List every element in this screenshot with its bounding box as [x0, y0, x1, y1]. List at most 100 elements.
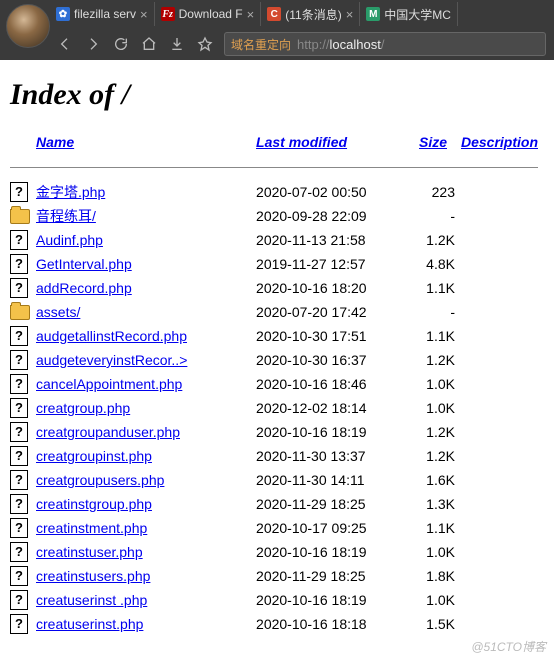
tab-label: Download F: [179, 7, 243, 21]
modified-cell: 2020-10-16 18:18: [256, 612, 419, 636]
file-link[interactable]: assets/: [36, 304, 80, 320]
file-link[interactable]: creatgroupanduser.php: [36, 424, 180, 440]
url-text: http://localhost/: [297, 37, 384, 52]
description-cell: [461, 420, 544, 444]
browser-tab[interactable]: Fz Download F ×: [155, 2, 262, 26]
browser-tab[interactable]: C (11条消息) ×: [261, 2, 360, 26]
unknown-file-icon: [10, 614, 28, 634]
modified-cell: 2020-09-28 22:09: [256, 204, 419, 228]
reload-icon[interactable]: [112, 35, 130, 53]
address-bar[interactable]: 域名重定向 http://localhost/: [224, 32, 546, 56]
download-icon[interactable]: [168, 35, 186, 53]
directory-listing: Name Last modified Size Description 金字塔.…: [10, 130, 544, 636]
size-cell: 1.1K: [419, 324, 461, 348]
unknown-file-icon: [10, 230, 28, 250]
file-link[interactable]: Audinf.php: [36, 232, 103, 248]
folder-icon: [10, 209, 30, 224]
table-row: creatgroupinst.php 2020-11-30 13:371.2K: [10, 444, 544, 468]
table-row: Audinf.php2020-11-13 21:581.2K: [10, 228, 544, 252]
description-cell: [461, 204, 544, 228]
home-icon[interactable]: [140, 35, 158, 53]
description-cell: [461, 516, 544, 540]
description-cell: [461, 324, 544, 348]
file-link[interactable]: creatgroupusers.php: [36, 472, 164, 488]
modified-cell: 2020-10-16 18:19: [256, 540, 419, 564]
modified-cell: 2020-11-29 18:25: [256, 564, 419, 588]
browser-tab[interactable]: ✿ filezilla serv ×: [50, 2, 155, 26]
file-link[interactable]: 音程练耳/: [36, 208, 96, 224]
unknown-file-icon: [10, 278, 28, 298]
table-row: creatgroupusers.php2020-11-30 14:111.6K: [10, 468, 544, 492]
size-cell: 1.0K: [419, 396, 461, 420]
file-link[interactable]: cancelAppointment.php: [36, 376, 182, 392]
watermark: @51CTO博客: [471, 638, 546, 655]
description-cell: [461, 564, 544, 588]
modified-cell: 2020-10-30 16:37: [256, 348, 419, 372]
modified-cell: 2020-12-02 18:14: [256, 396, 419, 420]
size-cell: -: [419, 300, 461, 324]
file-link[interactable]: 金字塔.php: [36, 184, 105, 200]
close-tab-icon[interactable]: ×: [140, 7, 148, 22]
size-cell: 1.0K: [419, 540, 461, 564]
close-tab-icon[interactable]: ×: [346, 7, 354, 22]
unknown-file-icon: [10, 326, 28, 346]
file-link[interactable]: audgeteveryinstRecor..>: [36, 352, 187, 368]
forward-icon[interactable]: [84, 35, 102, 53]
modified-cell: 2020-10-17 09:25: [256, 516, 419, 540]
col-name-sort[interactable]: Name: [36, 134, 74, 150]
file-link[interactable]: creatgroupinst.php: [36, 448, 152, 464]
table-row: creatuserinst .php2020-10-16 18:191.0K: [10, 588, 544, 612]
modified-cell: 2020-11-29 18:25: [256, 492, 419, 516]
description-cell: [461, 348, 544, 372]
file-link[interactable]: audgetallinstRecord.php: [36, 328, 187, 344]
table-row: creatuserinst.php2020-10-16 18:181.5K: [10, 612, 544, 636]
filezilla-favicon-icon: Fz: [161, 7, 175, 21]
col-size-sort[interactable]: Size: [419, 134, 447, 150]
unknown-file-icon: [10, 350, 28, 370]
size-cell: 1.2K: [419, 444, 461, 468]
unknown-file-icon: [10, 446, 28, 466]
back-icon[interactable]: [56, 35, 74, 53]
file-link[interactable]: GetInterval.php: [36, 256, 132, 272]
tab-label: filezilla serv: [74, 7, 136, 21]
file-link[interactable]: creatinstment.php: [36, 520, 147, 536]
file-link[interactable]: creatuserinst.php: [36, 616, 143, 632]
page-body: Index of / Name Last modified Size Descr…: [0, 60, 554, 646]
bookmark-star-icon[interactable]: [196, 35, 214, 53]
table-row: creatinstuser.php 2020-10-16 18:191.0K: [10, 540, 544, 564]
modified-cell: 2020-11-13 21:58: [256, 228, 419, 252]
description-cell: [461, 588, 544, 612]
tab-strip: ✿ filezilla serv × Fz Download F × C (11…: [0, 0, 554, 28]
table-row: assets/2020-07-20 17:42-: [10, 300, 544, 324]
file-link[interactable]: creatgroup.php: [36, 400, 130, 416]
table-row: creatgroup.php 2020-12-02 18:141.0K: [10, 396, 544, 420]
unknown-file-icon: [10, 422, 28, 442]
unknown-file-icon: [10, 518, 28, 538]
browser-tab[interactable]: M 中国大学MC: [360, 2, 458, 26]
size-cell: 1.2K: [419, 420, 461, 444]
modified-cell: 2020-11-30 13:37: [256, 444, 419, 468]
unknown-file-icon: [10, 398, 28, 418]
size-cell: 1.2K: [419, 348, 461, 372]
file-link[interactable]: addRecord.php: [36, 280, 132, 296]
file-link[interactable]: creatinstuser.php: [36, 544, 143, 560]
modified-cell: 2020-07-20 17:42: [256, 300, 419, 324]
table-row: creatinstusers.php 2020-11-29 18:251.8K: [10, 564, 544, 588]
unknown-file-icon: [10, 470, 28, 490]
csdn-favicon-icon: C: [267, 7, 281, 21]
file-link[interactable]: creatinstusers.php: [36, 568, 150, 584]
col-description-sort[interactable]: Description: [461, 134, 538, 150]
close-tab-icon[interactable]: ×: [247, 7, 255, 22]
modified-cell: 2020-11-30 14:11: [256, 468, 419, 492]
col-modified-sort[interactable]: Last modified: [256, 134, 347, 150]
size-cell: -: [419, 204, 461, 228]
table-row: 金字塔.php2020-07-02 00:50223: [10, 180, 544, 204]
file-link[interactable]: creatinstgroup.php: [36, 496, 152, 512]
unknown-file-icon: [10, 590, 28, 610]
size-cell: 1.8K: [419, 564, 461, 588]
modified-cell: 2020-07-02 00:50: [256, 180, 419, 204]
file-link[interactable]: creatuserinst .php: [36, 592, 147, 608]
profile-avatar[interactable]: [6, 4, 50, 48]
unknown-file-icon: [10, 254, 28, 274]
table-row: addRecord.php2020-10-16 18:201.1K: [10, 276, 544, 300]
